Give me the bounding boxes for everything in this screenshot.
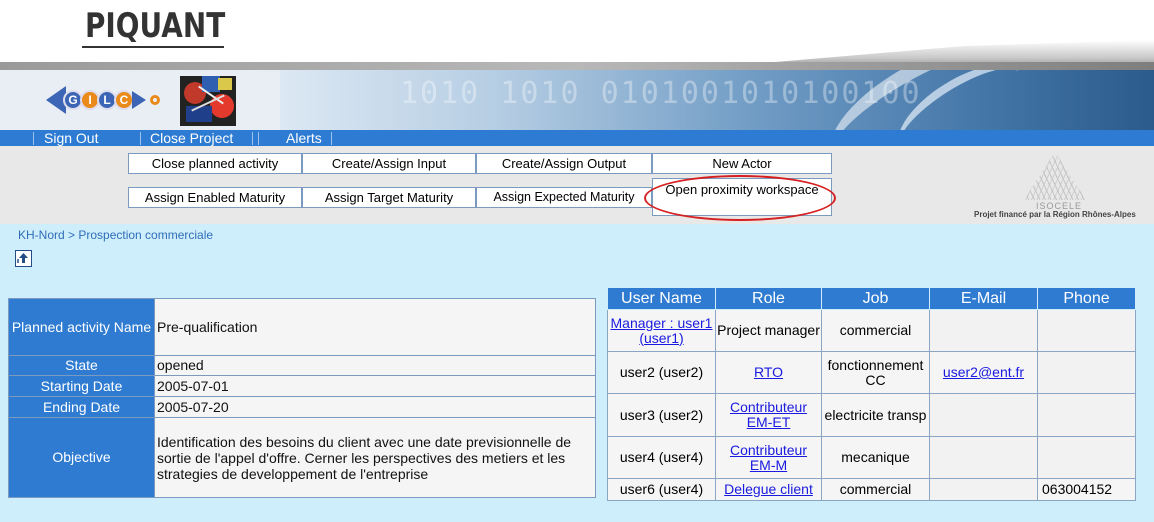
sign-out-link[interactable]: Sign Out	[40, 131, 102, 146]
close-planned-activity-button[interactable]: Close planned activity	[128, 153, 302, 174]
role-cell: Project manager	[715, 309, 822, 352]
table-row: Manager : user1 (user1) Project manager …	[607, 309, 1136, 352]
table-row: user2 (user2) RTO fonctionnement CC user…	[607, 351, 1136, 394]
email-cell	[929, 309, 1038, 352]
phone-cell	[1037, 393, 1136, 437]
job-cell: fonctionnement CC	[821, 351, 930, 394]
app-logo-title: PIQUANT	[85, 6, 226, 46]
logo-underline	[82, 46, 224, 48]
phone-cell	[1037, 309, 1136, 352]
column-header-role: Role	[715, 287, 822, 310]
create-assign-input-button[interactable]: Create/Assign Input	[302, 153, 476, 174]
activity-details-table: Planned activity Name Pre-qualification …	[8, 298, 596, 498]
job-cell: electricite transp	[821, 393, 930, 437]
job-cell: commercial	[821, 478, 930, 501]
banner-image: 1010 1010 0101001010100100	[280, 70, 1154, 130]
top-menu-bar: Sign Out Close Project Alerts	[0, 130, 1154, 146]
role-cell[interactable]: Contributeur EM-M	[715, 436, 822, 479]
column-header-phone: Phone	[1037, 287, 1136, 310]
table-row: user6 (user4) Delegue client commercial …	[607, 478, 1136, 501]
role-cell[interactable]: Delegue client	[715, 478, 822, 501]
state-label: State	[8, 355, 155, 376]
state-value: opened	[154, 355, 596, 376]
phone-cell	[1037, 436, 1136, 479]
activity-name-value: Pre-qualification	[154, 298, 596, 356]
column-header-email: E-Mail	[929, 287, 1038, 310]
new-actor-button[interactable]: New Actor	[652, 153, 832, 174]
gilco-logo: G I L C	[46, 86, 160, 114]
user-name-cell: user2 (user2)	[607, 351, 716, 394]
role-cell[interactable]: RTO	[715, 351, 822, 394]
phone-cell	[1037, 351, 1136, 394]
activity-name-label: Planned activity Name	[8, 298, 155, 356]
starting-date-label: Starting Date	[8, 375, 155, 397]
objective-value: Identification des besoins du client ave…	[154, 417, 596, 498]
phone-cell: 063004152	[1037, 478, 1136, 501]
assign-enabled-maturity-button[interactable]: Assign Enabled Maturity	[128, 187, 302, 208]
job-cell: commercial	[821, 309, 930, 352]
user-name-cell[interactable]: Manager : user1 (user1)	[607, 309, 716, 352]
starting-date-value: 2005-07-01	[154, 375, 596, 397]
user-name-cell: user3 (user2)	[607, 393, 716, 437]
email-cell[interactable]: user2@ent.fr	[929, 351, 1038, 394]
column-header-job: Job	[821, 287, 930, 310]
role-cell[interactable]: Contributeur EM-ET	[715, 393, 822, 437]
close-project-link[interactable]: Close Project	[146, 131, 237, 146]
table-row: user4 (user4) Contributeur EM-M mecaniqu…	[607, 436, 1136, 479]
table-row: user3 (user2) Contributeur EM-ET electri…	[607, 393, 1136, 437]
users-table: User Name Role Job E-Mail Phone Manager …	[607, 287, 1136, 501]
email-cell	[929, 436, 1038, 479]
alerts-link[interactable]: Alerts	[282, 131, 326, 146]
ending-date-label: Ending Date	[8, 396, 155, 418]
open-proximity-workspace-button[interactable]: Open proximity workspace	[652, 178, 832, 216]
isocele-logo: ISOCELE Projet financé par la Région Rhô…	[966, 150, 1154, 222]
objective-label: Objective	[8, 417, 155, 498]
navigate-up-icon[interactable]	[15, 250, 32, 267]
funding-caption: Projet financé par la Région Rhônes-Alpe…	[974, 210, 1136, 219]
email-cell	[929, 478, 1038, 501]
create-assign-output-button[interactable]: Create/Assign Output	[476, 153, 652, 174]
assign-expected-maturity-button[interactable]: Assign Expected Maturity	[476, 187, 652, 208]
user-name-cell: user4 (user4)	[607, 436, 716, 479]
artwork-image	[180, 76, 236, 126]
header-divider	[0, 62, 1154, 70]
ending-date-value: 2005-07-20	[154, 396, 596, 418]
breadcrumb[interactable]: KH-Nord > Prospection commerciale	[18, 228, 213, 242]
assign-target-maturity-button[interactable]: Assign Target Maturity	[302, 187, 476, 208]
email-cell	[929, 393, 1038, 437]
job-cell: mecanique	[821, 436, 930, 479]
column-header-user-name: User Name	[607, 287, 716, 310]
user-name-cell: user6 (user4)	[607, 478, 716, 501]
